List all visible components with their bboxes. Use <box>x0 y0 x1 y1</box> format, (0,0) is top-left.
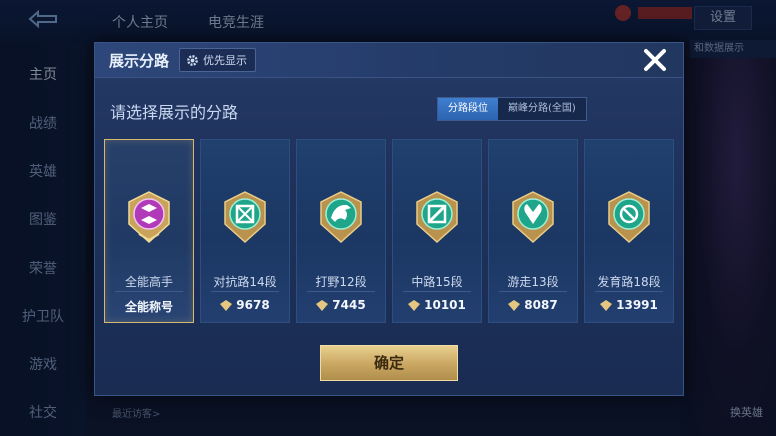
lane-cards: 全能高手 全能称号 对抗路14段 9678 打野12段 7445 中路15段 1… <box>104 139 676 323</box>
lane-rank-label: 中路15段 <box>411 275 463 289</box>
peak-points-icon <box>316 299 329 311</box>
lane-rank-label: 打野12段 <box>315 275 367 289</box>
all-round-icon <box>128 191 170 244</box>
lane-score-row: 7445 <box>297 298 385 312</box>
dialog-header: 展示分路 优先显示 <box>95 43 683 78</box>
dialog-subtitle: 请选择展示的分路 <box>110 103 239 122</box>
tab-peak-lane[interactable]: 巅峰分路(全国) <box>498 98 586 120</box>
divider <box>499 291 567 292</box>
confirm-button[interactable]: 确定 <box>320 345 458 381</box>
jungle-icon <box>320 191 362 244</box>
divider <box>307 291 375 292</box>
mid-lane-icon <box>416 191 458 244</box>
peak-points-icon <box>408 299 421 311</box>
lane-score: 13991 <box>616 298 658 312</box>
close-icon[interactable] <box>642 47 668 73</box>
lane-rank-label: 发育路18段 <box>597 275 661 289</box>
divider <box>403 291 471 292</box>
clash-lane-icon <box>224 191 266 244</box>
priority-display-label: 优先显示 <box>203 54 247 67</box>
lane-score-row: 10101 <box>393 298 481 312</box>
dialog-title: 展示分路 <box>109 52 170 70</box>
peak-points-icon <box>220 299 233 311</box>
lane-card-roam[interactable]: 游走13段 8087 <box>488 139 578 323</box>
lane-score: 全能称号 <box>124 300 173 314</box>
peak-points-icon <box>600 299 613 311</box>
divider <box>115 291 183 292</box>
divider <box>595 291 663 292</box>
divider <box>211 291 279 292</box>
lane-rank-label: 游走13段 <box>507 275 559 289</box>
priority-display-button[interactable]: 优先显示 <box>179 48 256 72</box>
farm-lane-icon <box>608 191 650 244</box>
lane-score: 7445 <box>332 298 366 312</box>
lane-card-farm[interactable]: 发育路18段 13991 <box>584 139 674 323</box>
lane-score: 8087 <box>524 298 558 312</box>
peak-points-icon <box>508 299 521 311</box>
lane-card-all-round[interactable]: 全能高手 全能称号 <box>104 139 194 323</box>
lane-card-clash[interactable]: 对抗路14段 9678 <box>200 139 290 323</box>
lane-rank-label: 对抗路14段 <box>213 275 277 289</box>
lane-score: 10101 <box>424 298 466 312</box>
roam-icon <box>512 191 554 244</box>
lane-score: 9678 <box>236 298 270 312</box>
gear-icon <box>187 54 198 66</box>
lane-card-mid[interactable]: 中路15段 10101 <box>392 139 482 323</box>
lane-score-row: 13991 <box>585 298 673 312</box>
lane-display-dialog: 展示分路 优先显示 请选择展示的分路 分路段位 巅峰分路(全国) 全能高手 全能… <box>94 42 684 396</box>
lane-score-row: 9678 <box>201 298 289 312</box>
lane-card-jungle[interactable]: 打野12段 7445 <box>296 139 386 323</box>
lane-title-value: 全能称号 <box>105 298 193 315</box>
tab-lane-rank[interactable]: 分路段位 <box>438 98 498 120</box>
lane-rank-label: 全能高手 <box>124 275 173 289</box>
lane-score-row: 8087 <box>489 298 577 312</box>
lane-mode-toggle: 分路段位 巅峰分路(全国) <box>437 97 587 121</box>
